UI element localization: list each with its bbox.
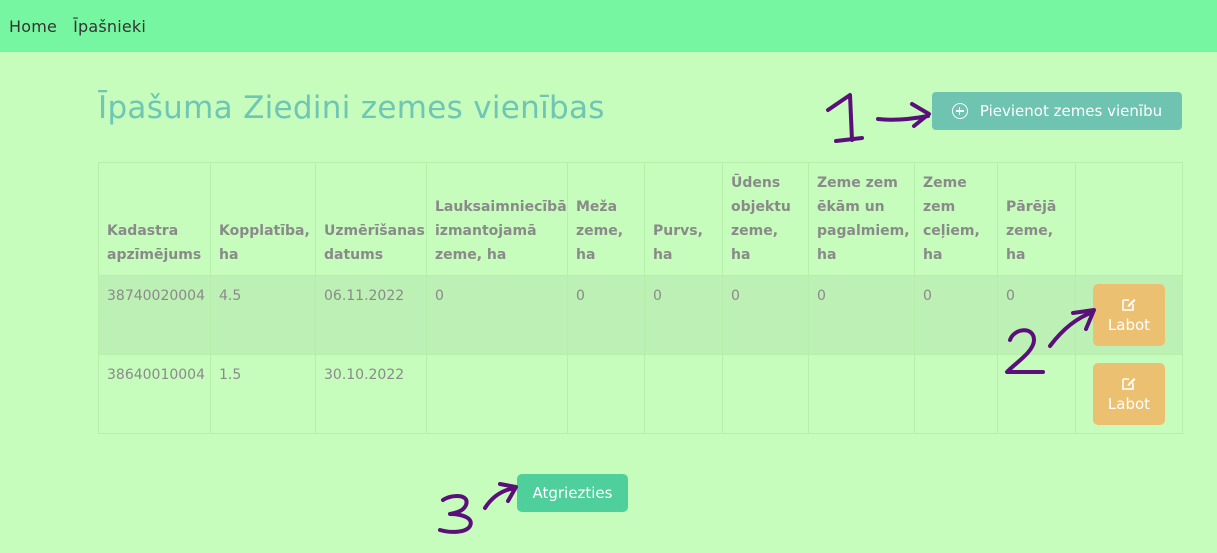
cell-cadastre: 38740020004 xyxy=(98,275,211,355)
header-bog: Purvs, ha xyxy=(644,162,723,276)
cell-roads: 0 xyxy=(914,275,998,355)
annotation-3-mark xyxy=(438,494,473,534)
navbar: Home Īpašnieki xyxy=(0,0,1217,52)
header-agricultural: Lauksaimniecībā izmantojamā zeme, ha xyxy=(426,162,568,276)
cell-total-area: 4.5 xyxy=(210,275,316,355)
plus-circle-icon xyxy=(951,103,968,119)
cell-forest xyxy=(567,354,645,434)
cell-water xyxy=(722,354,809,434)
cell-actions: Labot xyxy=(1075,275,1183,355)
nav-home-link[interactable]: Home xyxy=(9,17,57,36)
edit-button-label: Labot xyxy=(1107,395,1151,413)
cell-total-area: 1.5 xyxy=(210,354,316,434)
cell-survey-date: 30.10.2022 xyxy=(315,354,427,434)
edit-button[interactable]: Labot xyxy=(1093,363,1165,425)
land-units-table: Kadastra apzīmējums Kopplatība, ha Uzmēr… xyxy=(98,162,1183,434)
table-header-row: Kadastra apzīmējums Kopplatība, ha Uzmēr… xyxy=(98,162,1183,276)
cell-agricultural xyxy=(426,354,568,434)
cell-buildings xyxy=(808,354,915,434)
header-total-area: Kopplatība, ha xyxy=(210,162,316,276)
cell-agricultural: 0 xyxy=(426,275,568,355)
back-button[interactable]: Atgriezties xyxy=(517,474,628,512)
header-buildings: Zeme zem ēkām un pagalmiem, ha xyxy=(808,162,915,276)
annotation-1-arrow xyxy=(876,102,931,128)
add-land-unit-button[interactable]: Pievienot zemes vienību xyxy=(932,92,1182,130)
header-water: Ūdens objektu zeme, ha xyxy=(722,162,809,276)
header-roads: Zeme zem ceļiem, ha xyxy=(914,162,998,276)
header-cadastre: Kadastra apzīmējums xyxy=(98,162,211,276)
edit-button[interactable]: Labot xyxy=(1093,284,1165,346)
cell-other xyxy=(997,354,1076,434)
cell-survey-date: 06.11.2022 xyxy=(315,275,427,355)
cell-actions: Labot xyxy=(1075,354,1183,434)
cell-cadastre: 38640010004 xyxy=(98,354,211,434)
cell-roads xyxy=(914,354,998,434)
page-title: Īpašuma Ziedini zemes vienības xyxy=(98,90,605,126)
cell-water: 0 xyxy=(722,275,809,355)
annotation-1-mark xyxy=(826,93,864,143)
cell-bog xyxy=(644,354,723,434)
header-forest: Meža zeme, ha xyxy=(567,162,645,276)
table-row: 38640010004 1.5 30.10.2022 Labot xyxy=(98,354,1183,434)
edit-icon xyxy=(1122,378,1136,390)
nav-owners-link[interactable]: Īpašnieki xyxy=(73,17,146,36)
header-survey-date: Uzmērīšanas datums xyxy=(315,162,427,276)
cell-bog: 0 xyxy=(644,275,723,355)
header-other: Pārējā zeme, ha xyxy=(997,162,1076,276)
cell-forest: 0 xyxy=(567,275,645,355)
edit-icon xyxy=(1122,299,1136,311)
table-row: 38740020004 4.5 06.11.2022 0 0 0 0 0 0 0… xyxy=(98,275,1183,355)
annotation-3-arrow xyxy=(483,482,518,510)
cell-other: 0 xyxy=(997,275,1076,355)
header-actions xyxy=(1075,162,1183,276)
edit-button-label: Labot xyxy=(1107,316,1151,334)
add-land-unit-label: Pievienot zemes vienību xyxy=(979,102,1163,120)
cell-buildings: 0 xyxy=(808,275,915,355)
